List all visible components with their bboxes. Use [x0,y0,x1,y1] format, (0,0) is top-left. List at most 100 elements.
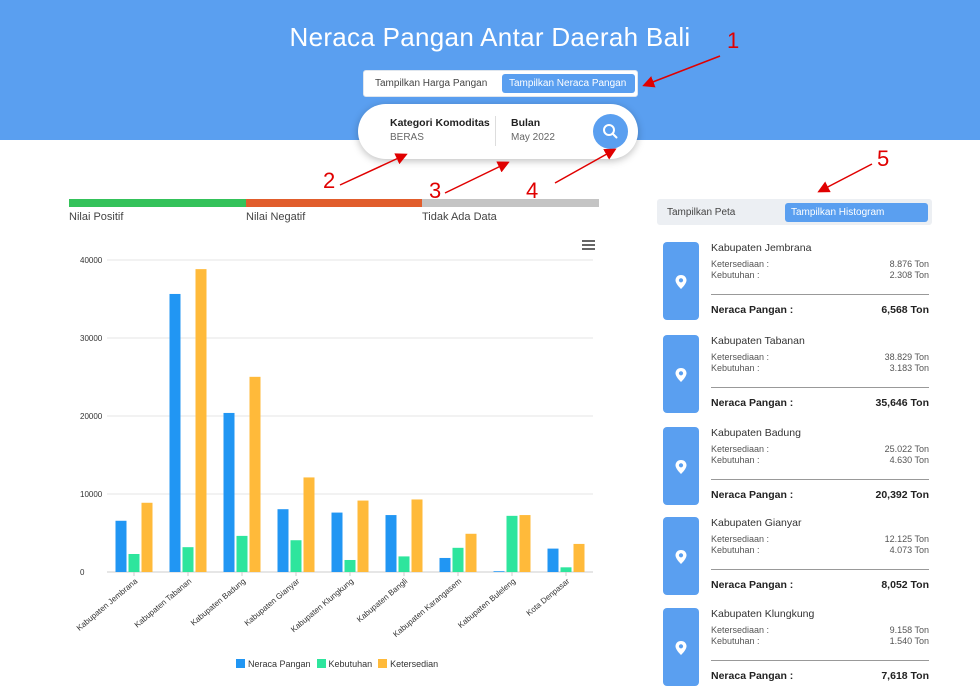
legend-label: Neraca Pangan [248,659,311,669]
legend-item[interactable]: Ketersedian [378,659,438,669]
neraca-value: 35,646 Ton [875,397,930,409]
neraca-value: 6,568 Ton [881,304,929,316]
kebutuhan-row: Kebutuhan : 1.540 Ton [711,636,929,646]
bar-ketersedian [195,269,207,572]
ketersediaan-row: Ketersediaan : 25.022 Ton [711,444,929,454]
region-card[interactable]: Kabupaten Klungkung Ketersediaan : 9.158 T… [663,608,933,688]
region-card[interactable]: Kabupaten Gianyar Ketersediaan : 12.125 To… [663,517,933,597]
region-card[interactable]: Kabupaten Jembrana Ketersediaan : 8.876 To… [663,242,933,322]
bar-neraca-pangan [439,557,451,572]
ketersediaan-label: Ketersediaan : [711,534,770,544]
negative-value-label: Nilai Negatif [246,211,306,223]
kebutuhan-row: Kebutuhan : 2.308 Ton [711,270,929,280]
x-tick-label: Kabupaten Tabanan [133,577,194,630]
bar-neraca-pangan [223,412,235,572]
bar-neraca-pangan [493,571,505,572]
summary-divider [711,569,929,570]
legend-item[interactable]: Neraca Pangan [236,659,311,669]
annotation-label-5: 5 [877,146,890,171]
ketersediaan-label: Ketersediaan : [711,259,770,269]
kebutuhan-value: 1.540 Ton [889,636,929,646]
bar-neraca-pangan [331,512,343,572]
kebutuhan-label: Kebutuhan : [711,636,760,646]
bar-ketersedian [249,376,261,572]
show-map-button[interactable]: Tampilkan Peta [661,203,741,222]
annotation-label-1: 1 [727,28,740,53]
x-tick-label: Kabupaten Gianyar [243,576,302,627]
neraca-row: Neraca Pangan : 35,646 Ton [711,397,929,409]
y-tick-label: 0 [80,568,85,577]
bar-neraca-pangan [385,515,397,572]
location-pin-icon [675,368,687,382]
region-name: Kabupaten Jembrana [711,242,812,254]
neraca-label: Neraca Pangan : [711,397,794,409]
neraca-row: Neraca Pangan : 6,568 Ton [711,304,929,316]
negative-value-bar [246,199,422,207]
kebutuhan-value: 4.630 Ton [889,455,929,465]
bar-kebutuhan [128,553,140,572]
bar-kebutuhan [236,535,248,572]
bar-neraca-pangan [547,548,559,572]
location-pin-tile [663,242,699,320]
no-data-bar [422,199,599,207]
kebutuhan-value: 4.073 Ton [889,545,929,555]
x-tick-label: Kabupaten Badung [189,577,247,628]
location-pin-icon [675,550,687,564]
show-histogram-button[interactable]: Tampilkan Histogram [785,203,928,222]
annotation-label-2: 2 [323,168,336,193]
neraca-label: Neraca Pangan : [711,304,794,316]
legend-label: Kebutuhan [328,659,373,669]
bar-ketersedian [141,502,153,572]
no-data-label: Tidak Ada Data [422,211,497,223]
neraca-row: Neraca Pangan : 7,618 Ton [711,670,929,682]
bar-kebutuhan [290,540,302,572]
region-card[interactable]: Kabupaten Badung Ketersediaan : 25.022 Ton… [663,427,933,507]
neraca-row: Neraca Pangan : 20,392 Ton [711,489,929,501]
y-tick-label: 20000 [80,412,103,421]
legend-item[interactable]: Kebutuhan [316,659,373,669]
positive-value-label: Nilai Positif [69,211,124,223]
bar-ketersedian [303,477,315,572]
region-name: Kabupaten Badung [711,427,801,439]
bar-neraca-pangan [277,509,289,572]
kebutuhan-row: Kebutuhan : 4.073 Ton [711,545,929,555]
legend-label: Ketersedian [390,659,439,669]
bar-kebutuhan [182,547,194,572]
region-name: Kabupaten Gianyar [711,517,802,529]
neraca-value: 20,392 Ton [875,489,930,501]
region-card[interactable]: Kabupaten Tabanan Ketersediaan : 38.829 To… [663,335,933,415]
bar-ketersedian [519,515,531,572]
neraca-label: Neraca Pangan : [711,670,794,682]
x-tick-label: Kota Denpasar [525,576,572,617]
x-tick-label: Kabupaten Buleleng [456,577,517,630]
bar-neraca-pangan [115,520,127,572]
legend-swatch [316,659,326,668]
ketersediaan-value: 25.022 Ton [884,444,929,454]
location-pin-tile [663,427,699,505]
location-pin-icon [675,641,687,655]
x-tick-label: Kabupaten Bangli [355,576,409,624]
bar-neraca-pangan [169,293,181,572]
legend-swatch [236,659,245,668]
positive-value-bar [69,199,246,207]
neraca-value: 8,052 Ton [881,579,929,591]
chart-menu-icon[interactable] [582,240,595,250]
ketersediaan-value: 12.125 Ton [884,534,929,544]
y-tick-label: 40000 [80,256,103,265]
bar-ketersedian [573,543,585,572]
ketersediaan-row: Ketersediaan : 8.876 Ton [711,259,929,269]
neraca-value: 7,618 Ton [881,670,929,682]
bar-ketersedian [465,533,477,572]
region-name: Kabupaten Klungkung [711,608,815,620]
chart-legend: Neraca Pangan Kebutuhan Ketersedian [236,659,444,669]
summary-divider [711,387,929,388]
location-pin-icon [675,275,687,289]
neraca-row: Neraca Pangan : 8,052 Ton [711,579,929,591]
bar-ketersedian [411,499,423,572]
ketersediaan-row: Ketersediaan : 12.125 Ton [711,534,929,544]
location-pin-tile [663,608,699,686]
ketersediaan-row: Ketersediaan : 38.829 Ton [711,352,929,362]
summary-divider [711,294,929,295]
summary-divider [711,660,929,661]
location-pin-tile [663,335,699,413]
